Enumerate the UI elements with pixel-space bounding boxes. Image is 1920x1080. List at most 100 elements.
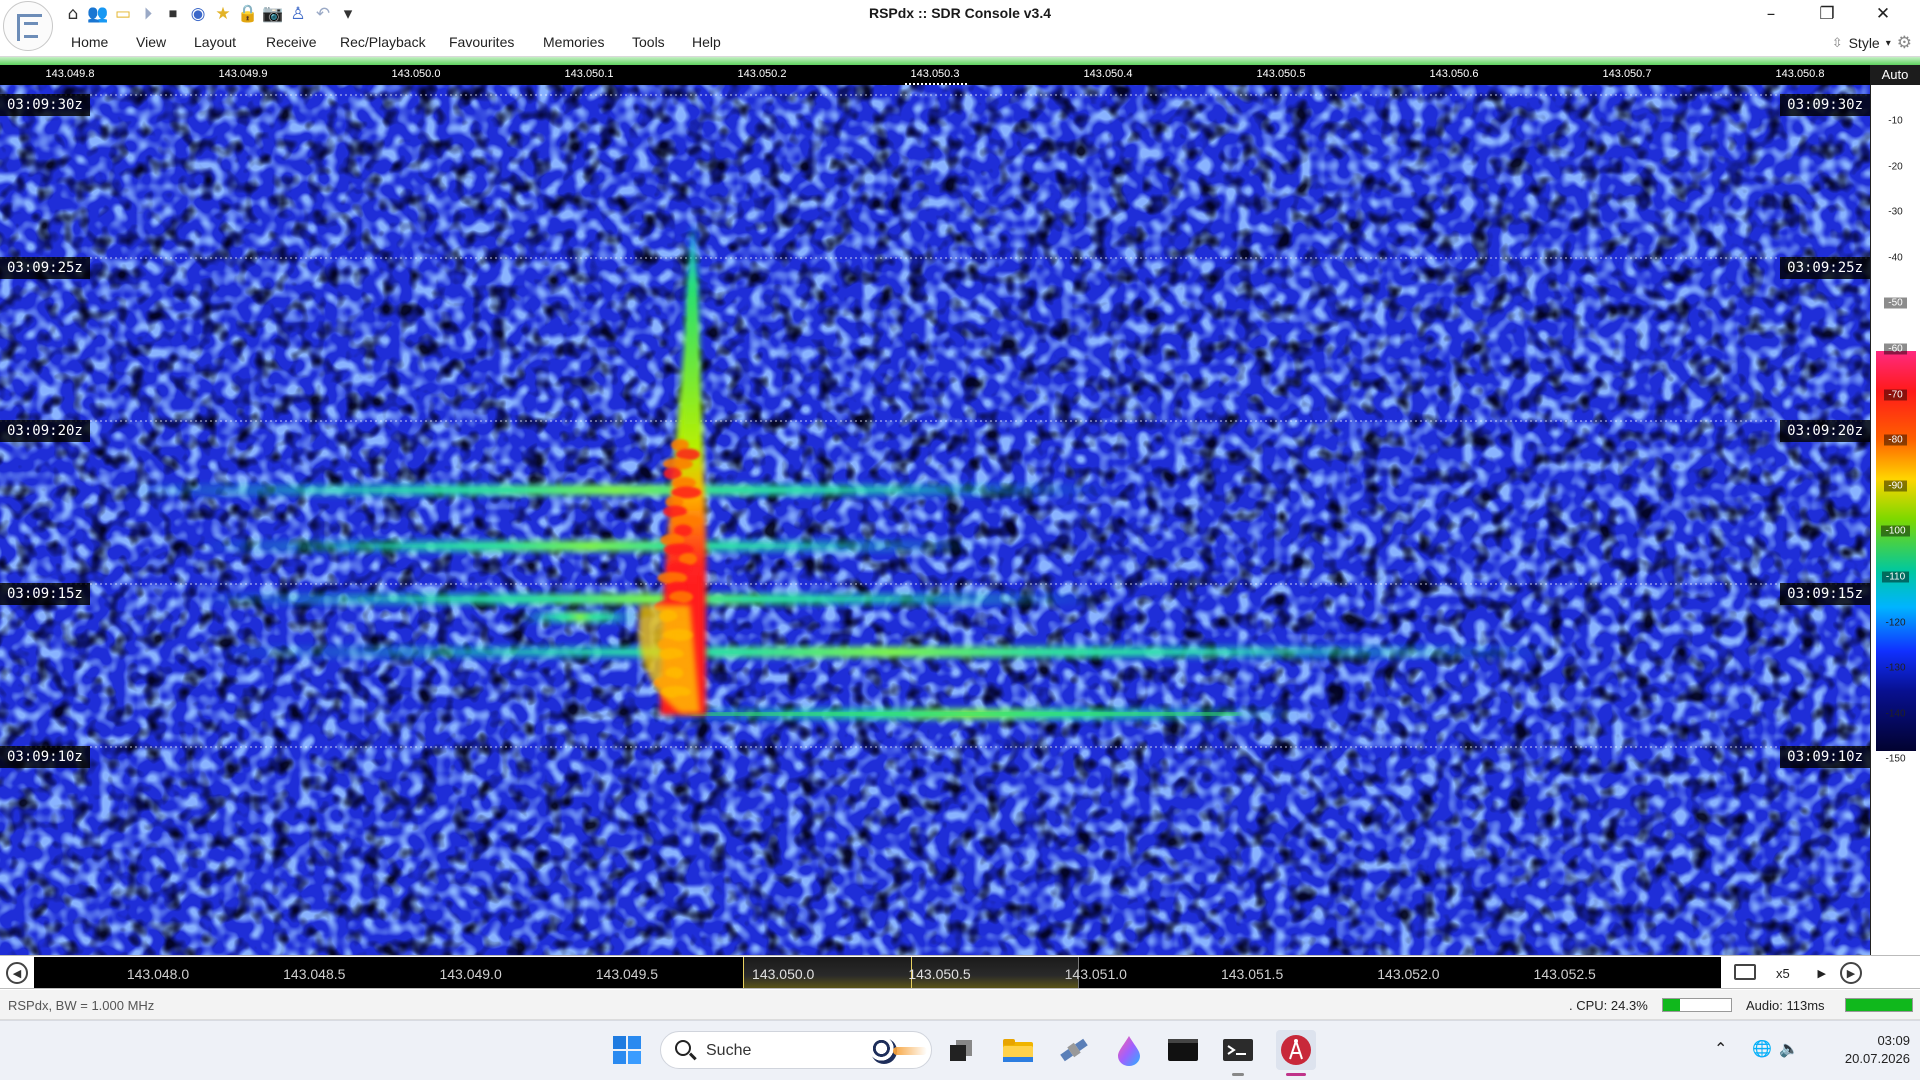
waterfall-noise-dark xyxy=(0,85,1870,955)
audio-latency-text: Audio: 113ms xyxy=(1746,998,1825,1013)
timestamp-label-left: 03:09:25z xyxy=(0,257,90,279)
camera-icon[interactable]: 📷 xyxy=(262,3,284,25)
db-tick-label: -90 xyxy=(1871,480,1920,492)
menu-favourites[interactable]: Favourites xyxy=(449,34,514,50)
customize-dropdown-icon[interactable]: ▾ xyxy=(337,3,359,25)
frequency-scale-top[interactable]: 143.049.8 143.049.9 143.050.0 143.050.1 143.… xyxy=(0,65,1870,85)
sideband-line xyxy=(538,615,622,619)
chevron-right-icon[interactable]: ▶ xyxy=(1818,967,1826,980)
overview-tick-label: 143.051.5 xyxy=(1220,966,1284,982)
sideband-line xyxy=(335,597,965,601)
audio-buffer-fill xyxy=(1846,999,1912,1011)
frequency-tick-label: 143.050.5 xyxy=(1256,68,1306,80)
scroll-left-button[interactable]: ◀ xyxy=(6,962,28,984)
cpu-usage-fill xyxy=(1663,999,1680,1011)
db-tick-label: -80 xyxy=(1871,434,1920,446)
overview-tick-label: 143.049.5 xyxy=(595,966,659,982)
ribbon-menu-bar: Home View Layout Receive Rec/Playback Fa… xyxy=(0,28,1920,57)
zoom-selector[interactable]: x5 ▶ xyxy=(1770,960,1832,986)
system-clock[interactable]: 03:09 20.07.2026 xyxy=(1810,1032,1910,1068)
windows-taskbar: Suche ⌃ 🌐 🔈 03:09 20.07.2026 xyxy=(0,1020,1920,1080)
level-colorbar[interactable] xyxy=(1876,351,1916,751)
menu-rec-playback[interactable]: Rec/Playback xyxy=(340,34,426,50)
volume-icon[interactable]: 🔈 xyxy=(1779,1039,1799,1058)
show-hidden-icons-chevron-icon[interactable]: ⌃ xyxy=(1714,1039,1727,1058)
db-tick-text: -80 xyxy=(1884,434,1907,446)
overview-tick-label: 143.051.0 xyxy=(1064,966,1127,982)
db-tick-text: -60 xyxy=(1884,343,1907,355)
favourite-star-icon[interactable]: ★ xyxy=(212,3,234,25)
restore-button[interactable]: ❐ xyxy=(1799,0,1855,28)
db-tick-text: -70 xyxy=(1884,389,1907,401)
timestamp-label-right: 03:09:10z xyxy=(1780,746,1870,768)
windows-start-icon[interactable] xyxy=(610,1033,644,1067)
menu-receive[interactable]: Receive xyxy=(266,34,317,50)
undo-icon[interactable]: ↶ xyxy=(312,3,334,25)
overview-tick-label: 143.052.0 xyxy=(1377,966,1440,982)
stop-icon[interactable]: ⏹ xyxy=(162,3,184,25)
frequency-tick-label: 143.050.7 xyxy=(1602,68,1652,80)
style-selector[interactable]: ⇳ Style ▾ ⚙ xyxy=(1832,32,1912,54)
auto-level-button[interactable]: Auto xyxy=(1870,65,1920,85)
title-bar: ⌂ 👥 ▭ ⏵ ⏹ ◉ ★ 🔒 📷 ♙ ↶ ▾ RSPdx :: SDR Console v3.4 –… xyxy=(0,0,1920,51)
taskbar-search[interactable]: Suche xyxy=(660,1031,932,1069)
minimize-button[interactable]: – xyxy=(1743,0,1799,28)
audio-buffer-bar xyxy=(1845,998,1913,1012)
db-tick-text: -10 xyxy=(1888,115,1903,127)
antenna-icon[interactable]: ♙ xyxy=(287,3,309,25)
timestamp-label-left: 03:09:30z xyxy=(0,94,90,116)
frequency-tick-label: 143.049.9 xyxy=(218,68,268,80)
clock-time: 03:09 xyxy=(1877,1033,1910,1048)
sdr-console-icon[interactable] xyxy=(1276,1030,1316,1070)
cpu-usage-bar xyxy=(1662,998,1732,1012)
menu-home[interactable]: Home xyxy=(71,34,108,50)
collapse-ribbon-icon[interactable]: ⇳ xyxy=(1832,36,1843,51)
home-icon[interactable]: ⌂ xyxy=(62,3,84,25)
db-tick-label: -130 xyxy=(1871,663,1920,674)
keyboard-icon[interactable] xyxy=(1734,964,1756,980)
timestamp-label-right: 03:09:15z xyxy=(1780,583,1870,605)
console-icon[interactable] xyxy=(1221,1033,1255,1067)
menu-tools[interactable]: Tools xyxy=(632,34,665,50)
db-tick-text: -50 xyxy=(1884,297,1907,309)
network-globe-icon[interactable]: 🌐 xyxy=(1752,1039,1772,1058)
waterfall-image xyxy=(0,85,1870,955)
timestamp-label-right: 03:09:20z xyxy=(1780,420,1870,442)
db-tick-label: -120 xyxy=(1871,617,1920,628)
menu-view[interactable]: View xyxy=(136,34,166,50)
timestamp-label-right: 03:09:25z xyxy=(1780,257,1870,279)
scroll-right-button[interactable]: ▶ xyxy=(1840,962,1862,984)
db-tick-label: -50 xyxy=(1871,297,1920,309)
style-label: Style xyxy=(1848,35,1880,51)
satellite-app-icon[interactable] xyxy=(1057,1033,1091,1067)
terminal-icon[interactable] xyxy=(1166,1033,1200,1067)
db-tick-text: -110 xyxy=(1881,571,1910,583)
overview-tick-label: 143.048.5 xyxy=(283,966,346,982)
search-highlight-football-icon xyxy=(871,1038,927,1064)
menu-layout[interactable]: Layout xyxy=(194,34,236,50)
record-icon[interactable]: ◉ xyxy=(187,3,209,25)
file-explorer-icon[interactable] xyxy=(1001,1033,1035,1067)
sdr-console-active-indicator xyxy=(1286,1073,1306,1076)
frequency-tick-label: 143.050.6 xyxy=(1429,68,1479,80)
color-drop-app-icon[interactable] xyxy=(1112,1033,1146,1067)
waterfall-display[interactable]: 03:09:30z 03:09:30z 03:09:25z 03:09:25z 03:0… xyxy=(0,85,1870,955)
application-menu-button[interactable] xyxy=(3,1,53,51)
overview-frequency-scale[interactable]: 143.048.0 143.048.5 143.049.0 143.049.5 143.… xyxy=(34,957,1721,988)
play-icon[interactable]: ⏵ xyxy=(137,3,159,25)
search-placeholder: Suche xyxy=(706,1042,752,1059)
lock-icon[interactable]: 🔒 xyxy=(237,3,259,25)
db-tick-label: -20 xyxy=(1871,161,1920,172)
folder-icon[interactable]: ▭ xyxy=(112,3,134,25)
settings-gear-icon[interactable]: ⚙ xyxy=(1897,33,1912,53)
db-tick-label: -10 xyxy=(1871,116,1920,127)
db-tick-label: -70 xyxy=(1871,389,1920,401)
menu-memories[interactable]: Memories xyxy=(543,34,604,50)
clock-date: 20.07.2026 xyxy=(1844,1051,1910,1066)
task-view-icon[interactable] xyxy=(944,1033,978,1067)
db-scale[interactable]: -10 -20 -30 -40 -50 -60 -70 -80 -90 -100 -110 -120 -… xyxy=(1870,85,1920,955)
db-tick-text: -120 xyxy=(1885,617,1906,629)
users-icon[interactable]: 👥 xyxy=(87,3,109,25)
close-button[interactable]: ✕ xyxy=(1855,0,1911,28)
menu-help[interactable]: Help xyxy=(692,34,721,50)
